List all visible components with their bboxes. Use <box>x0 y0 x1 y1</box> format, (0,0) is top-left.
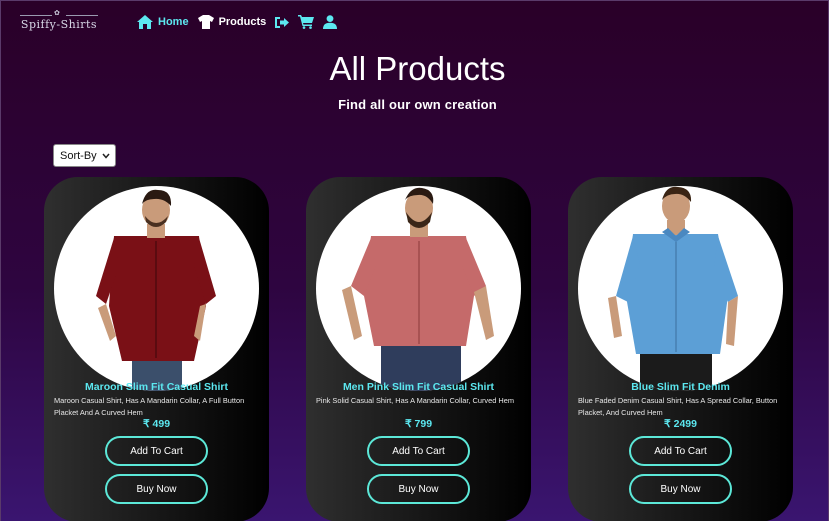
nav-cart[interactable] <box>298 15 315 29</box>
page-title: All Products <box>329 50 506 87</box>
navbar: ✿ Spiffy-Shirts Home Products <box>0 0 829 42</box>
model-illustration <box>96 189 216 391</box>
product-price: ₹ 499 <box>142 418 171 430</box>
nav-home[interactable]: Home <box>137 15 189 29</box>
product-description: Maroon Casual Shirt, Has A Mandarin Coll… <box>54 396 245 417</box>
home-icon <box>137 15 153 29</box>
page-subtitle: Find all our own creation <box>338 97 497 112</box>
product-price: ₹ 2499 <box>664 418 697 430</box>
product-card: Maroon Slim Fit Casual Shirt Maroon Casu… <box>44 177 269 521</box>
sort-by-value: Sort-By <box>60 149 97 162</box>
nav-products[interactable]: Products <box>197 15 267 29</box>
brand-logo[interactable]: ✿ Spiffy-Shirts <box>18 9 100 33</box>
user-icon <box>323 15 338 29</box>
product-image[interactable] <box>316 186 521 391</box>
nav-products-label: Products <box>218 16 267 28</box>
product-price: ₹ 799 <box>404 418 433 430</box>
product-title[interactable]: Maroon Slim Fit Casual Shirt <box>44 381 269 393</box>
nav-logout[interactable] <box>275 16 290 29</box>
nav-home-label: Home <box>158 16 189 28</box>
main-nav: Home Products <box>137 12 346 32</box>
product-image[interactable] <box>578 186 783 391</box>
buy-now-button[interactable]: Buy Now <box>105 474 208 504</box>
nav-account[interactable] <box>323 15 338 29</box>
cart-icon <box>298 15 315 29</box>
brand-name: Spiffy-Shirts <box>20 18 98 31</box>
logo-divider-left <box>20 15 52 16</box>
logo-ornament-icon: ✿ <box>54 9 60 17</box>
add-to-cart-button[interactable]: Add To Cart <box>105 436 208 466</box>
product-image[interactable] <box>54 186 259 391</box>
model-illustration <box>608 186 738 391</box>
product-title[interactable]: Men Pink Slim Fit Casual Shirt <box>306 381 531 393</box>
sort-by-select[interactable]: Sort-By <box>53 144 116 167</box>
product-card: Men Pink Slim Fit Casual Shirt Pink Soli… <box>306 177 531 521</box>
add-to-cart-button[interactable]: Add To Cart <box>629 436 732 466</box>
buy-now-button[interactable]: Buy Now <box>629 474 732 504</box>
tshirt-icon <box>197 15 214 29</box>
product-card: Blue Slim Fit Denim Blue Faded Denim Cas… <box>568 177 793 521</box>
product-description: Pink Solid Casual Shirt, Has A Mandarin … <box>316 396 514 405</box>
product-title[interactable]: Blue Slim Fit Denim <box>568 381 793 393</box>
model-illustration <box>342 187 494 391</box>
sign-out-icon <box>275 16 290 29</box>
add-to-cart-button[interactable]: Add To Cart <box>367 436 470 466</box>
buy-now-button[interactable]: Buy Now <box>367 474 470 504</box>
logo-divider-right <box>66 15 98 16</box>
product-description: Blue Faded Denim Casual Shirt, Has A Spr… <box>578 396 778 417</box>
chevron-down-icon <box>102 151 110 163</box>
